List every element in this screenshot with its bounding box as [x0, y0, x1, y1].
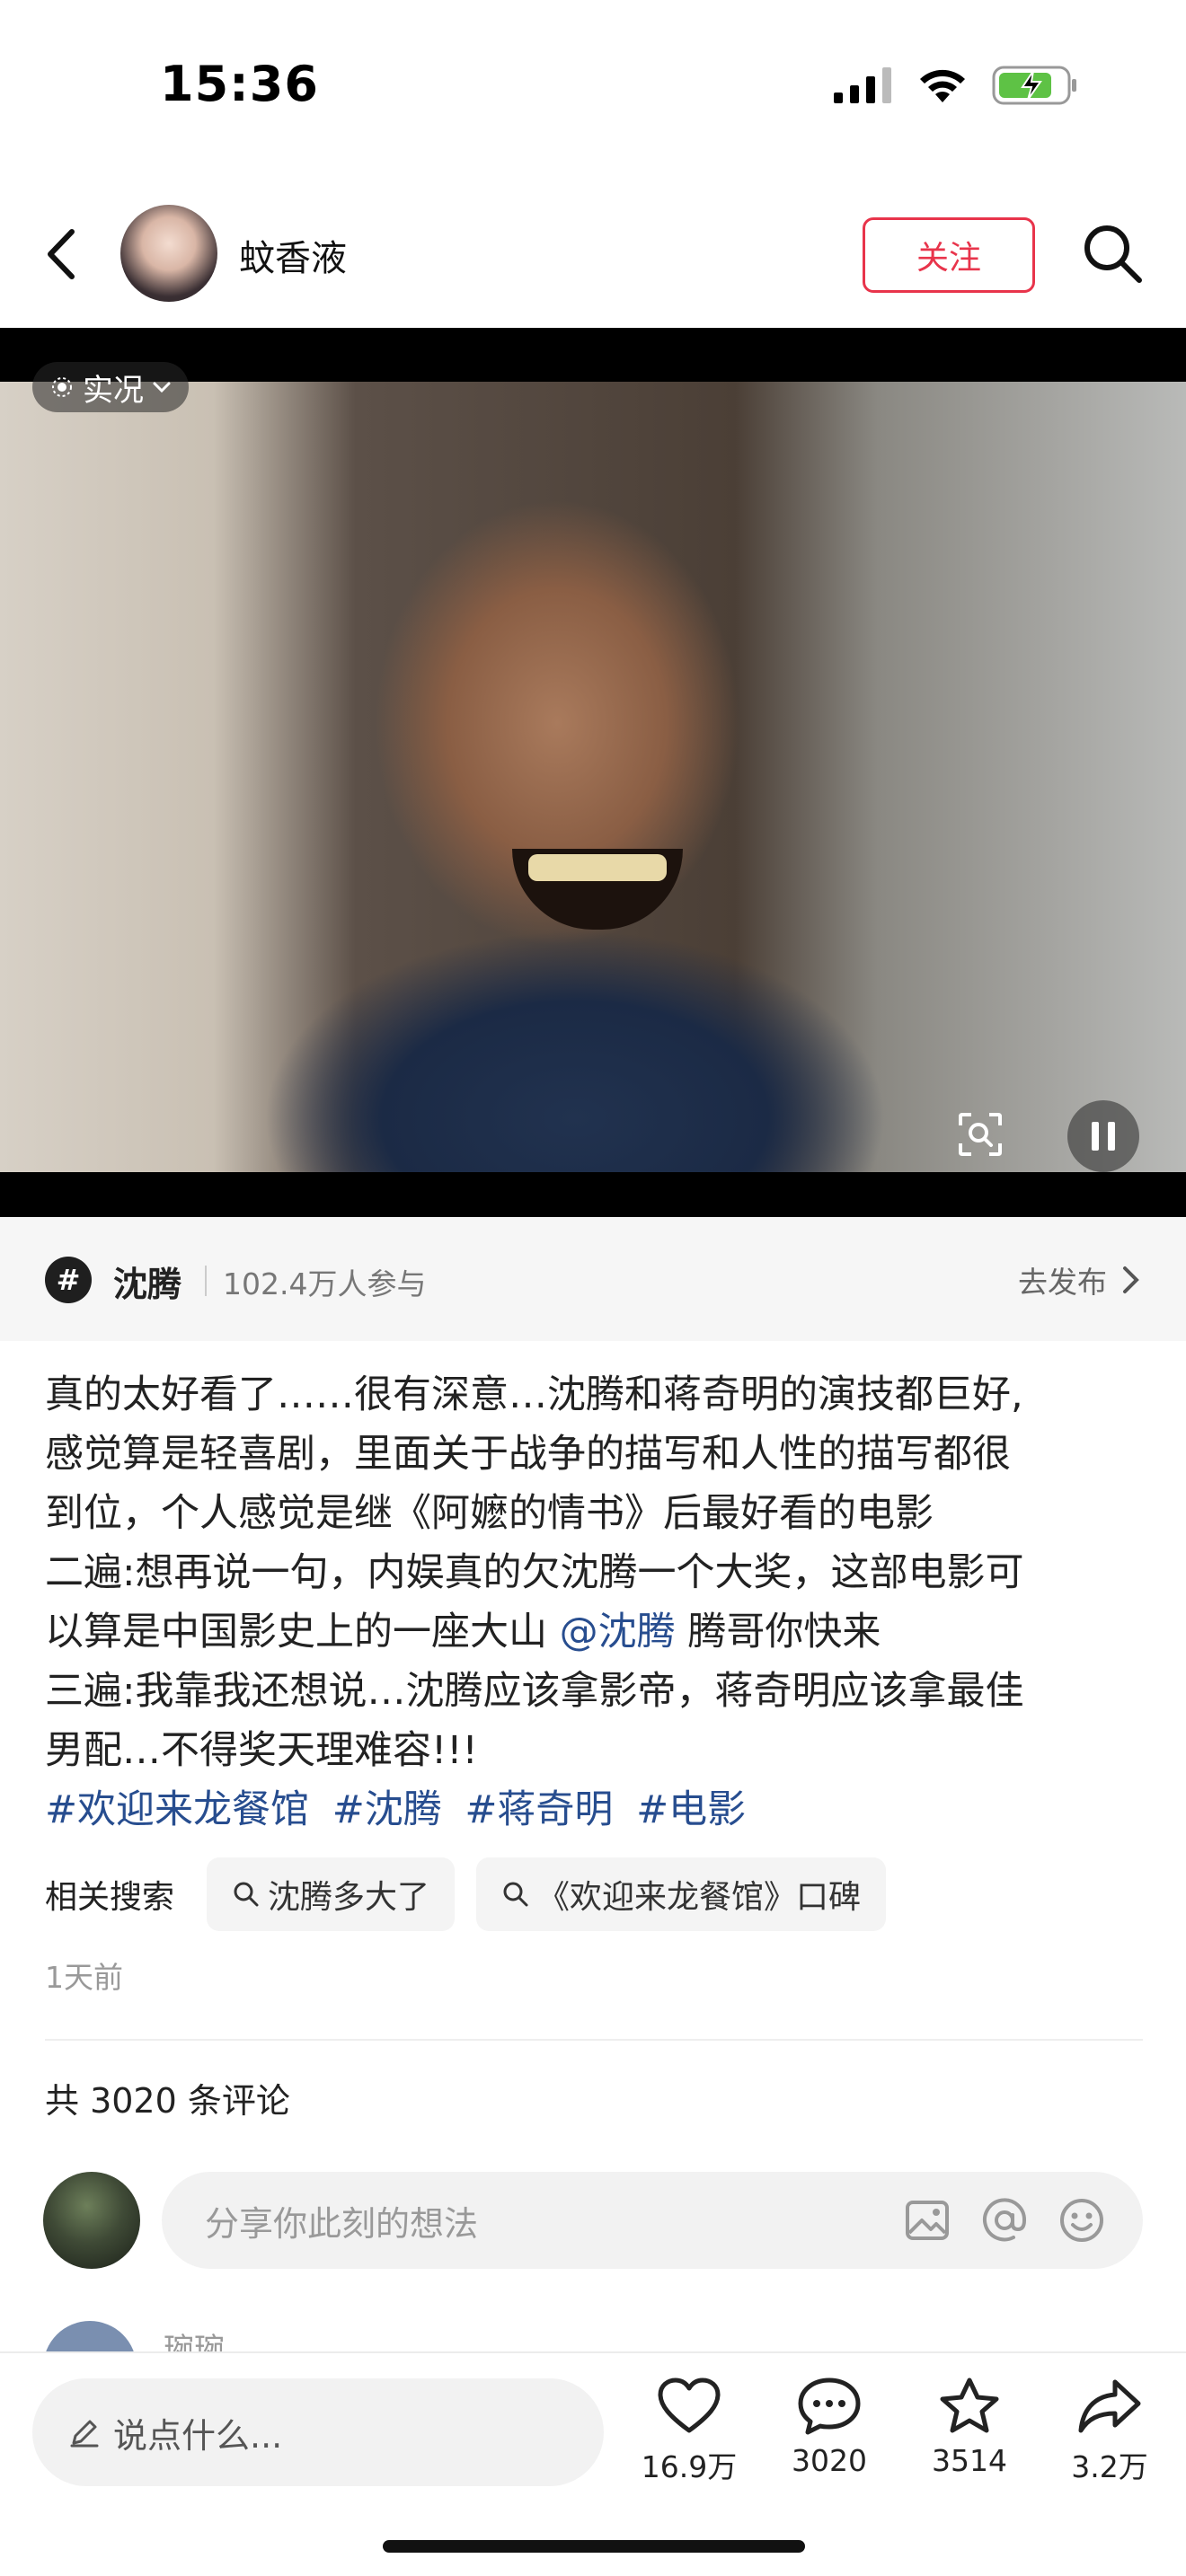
chevron-right-icon — [1123, 1266, 1139, 1293]
divider — [45, 2039, 1143, 2041]
hashtag-link[interactable]: #蒋奇明 — [465, 1787, 613, 1832]
post-line: 二遍:想再说一句，内娱真的欠沈腾一个大奖，这部电影可 — [45, 1550, 1024, 1595]
topic-hash-icon: # — [45, 1257, 92, 1303]
bottom-action-bar: 说点什么... 16.9万 3020 3514 3.2万 — [0, 2351, 1186, 2576]
post-line: 到位，个人感觉是继《阿嬷的情书》后最好看的电影 — [45, 1491, 934, 1536]
like-count: 16.9万 — [641, 2449, 738, 2484]
back-icon[interactable] — [36, 223, 90, 286]
comment-count-action: 3020 — [792, 2443, 867, 2478]
battery-icon — [992, 66, 1076, 105]
chevron-down-icon — [153, 382, 171, 393]
follow-button[interactable]: 关注 — [863, 217, 1035, 293]
post-content: 真的太好看了……很有深意…沈腾和蒋奇明的演技都巨好, 感觉算是轻喜剧，里面关于战… — [45, 1365, 1150, 1839]
video-subject-mouth — [512, 849, 683, 930]
related-search-label: 相关搜索 — [45, 1879, 175, 1916]
say-something-input[interactable]: 说点什么... — [32, 2378, 604, 2486]
post-line-part: 以算是中国影史上的一座大山 — [45, 1610, 547, 1654]
comment-icon — [798, 2378, 861, 2435]
author-avatar[interactable] — [120, 205, 217, 302]
hashtag-link[interactable]: #电影 — [636, 1787, 746, 1832]
comment-count: 共 3020 条评论 — [45, 2081, 290, 2121]
scan-icon[interactable] — [955, 1109, 1005, 1160]
home-indicator — [383, 2540, 805, 2553]
related-search-chip[interactable]: 沈腾多大了 — [207, 1857, 456, 1931]
topic-divider — [205, 1266, 207, 1296]
share-count: 3.2万 — [1071, 2449, 1148, 2484]
mention-link[interactable]: @沈腾 — [560, 1610, 676, 1654]
share-icon — [1078, 2379, 1141, 2433]
publish-link[interactable]: 去发布 — [1018, 1258, 1141, 1301]
emoji-icon[interactable] — [1057, 2195, 1107, 2245]
pencil-icon — [70, 2420, 99, 2448]
like-button[interactable]: 16.9万 — [622, 2377, 757, 2486]
pause-icon — [1092, 1122, 1099, 1151]
video-frame — [0, 382, 1186, 1172]
post-line: 真的太好看了……很有深意…沈腾和蒋奇明的演技都巨好, — [45, 1372, 1023, 1417]
comment-input[interactable]: 分享你此刻的想法 — [162, 2172, 1143, 2269]
search-icon — [234, 1882, 259, 1907]
wifi-icon — [920, 69, 965, 102]
status-icons — [834, 63, 1078, 108]
related-search-text: 《欢迎来龙餐馆》口碑 — [537, 1879, 862, 1916]
topic-participants: 102.4万人参与 — [223, 1266, 427, 1301]
search-icon[interactable] — [1080, 221, 1145, 286]
live-label: 实况 — [83, 372, 144, 409]
status-time: 15:36 — [160, 56, 319, 112]
share-button[interactable]: 3.2万 — [1042, 2377, 1177, 2486]
my-avatar — [43, 2172, 140, 2269]
author-name[interactable]: 蚊香液 — [239, 229, 347, 281]
favorite-button[interactable]: 3514 — [902, 2377, 1037, 2478]
live-icon — [52, 377, 72, 397]
status-bar: 15:36 — [0, 0, 1186, 171]
post-line: 感觉算是轻喜剧，里面关于战争的描写和人性的描写都很 — [45, 1432, 1011, 1477]
say-something-placeholder: 说点什么... — [113, 2415, 283, 2456]
video-player[interactable]: 实况 — [0, 328, 1186, 1217]
live-badge[interactable]: 实况 — [32, 362, 189, 412]
hashtag-link[interactable]: #欢迎来龙餐馆 — [45, 1787, 309, 1832]
image-icon[interactable] — [902, 2195, 952, 2245]
related-search-text: 沈腾多大了 — [268, 1879, 430, 1916]
comment-input-tools — [902, 2195, 1107, 2245]
heart-icon — [658, 2378, 721, 2433]
favorite-count: 3514 — [932, 2443, 1007, 2478]
post-time: 1天前 — [45, 1960, 123, 1995]
at-icon[interactable] — [979, 2195, 1030, 2245]
hashtag-list: #欢迎来龙餐馆 #沈腾 #蒋奇明 #电影 — [45, 1780, 1150, 1839]
signal-icon — [834, 67, 891, 103]
post-line-part: 腾哥你快来 — [687, 1610, 881, 1654]
comment-input-placeholder: 分享你此刻的想法 — [205, 2203, 479, 2244]
comment-button[interactable]: 3020 — [762, 2377, 897, 2478]
search-icon — [503, 1882, 528, 1907]
pause-button[interactable] — [1067, 1100, 1139, 1172]
topic-name: 沈腾 — [113, 1265, 182, 1304]
topic-bar[interactable]: # 沈腾 102.4万人参与 去发布 — [0, 1217, 1186, 1341]
star-icon — [940, 2378, 999, 2433]
related-search: 相关搜索 沈腾多大了 《欢迎来龙餐馆》口碑 — [45, 1857, 887, 1931]
pause-icon-bar — [1108, 1122, 1115, 1151]
post-line: 三遍:我靠我还想说…沈腾应该拿影帝，蒋奇明应该拿最佳 — [45, 1669, 1024, 1714]
publish-label: 去发布 — [1018, 1265, 1107, 1300]
post-line: 男配…不得奖天理难容!!! — [45, 1728, 478, 1773]
post-header: 蚊香液 关注 — [0, 180, 1186, 328]
post-line: 以算是中国影史上的一座大山 @沈腾 腾哥你快来 — [45, 1602, 1150, 1662]
hashtag-link[interactable]: #沈腾 — [332, 1787, 442, 1832]
related-search-chip[interactable]: 《欢迎来龙餐馆》口碑 — [476, 1857, 887, 1931]
